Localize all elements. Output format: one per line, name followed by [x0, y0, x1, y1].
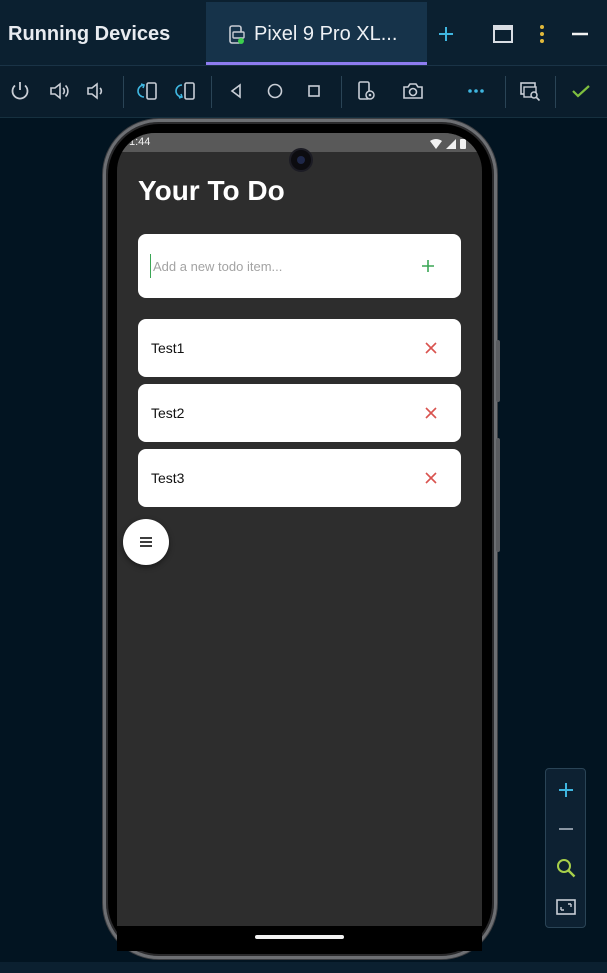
delete-todo-button[interactable]	[424, 406, 438, 420]
toolbar-separator	[211, 76, 212, 108]
todo-item-text: Test1	[151, 340, 185, 356]
home-gesture-pill[interactable]	[255, 935, 344, 939]
todo-item-text: Test2	[151, 405, 185, 421]
check-icon[interactable]	[569, 79, 593, 103]
toolbar-separator	[123, 76, 124, 108]
phone-side-button	[496, 438, 500, 552]
kebab-menu-icon[interactable]	[530, 22, 554, 46]
hamburger-icon	[140, 537, 152, 547]
todo-input[interactable]	[150, 254, 400, 278]
todo-item-text: Test3	[151, 470, 185, 486]
device-icon	[226, 24, 248, 46]
status-icons	[428, 137, 468, 149]
page-title: Your To Do	[138, 175, 285, 206]
todo-item: Test1	[138, 319, 461, 377]
zoom-out-icon[interactable]	[555, 818, 577, 840]
bottom-strip	[0, 962, 607, 973]
tool-window-title: Running Devices	[8, 23, 171, 45]
device-toolbar	[0, 66, 607, 118]
home-icon[interactable]	[263, 79, 287, 103]
toolbar-separator	[555, 76, 556, 108]
rotate-left-icon[interactable]	[136, 79, 160, 103]
device-settings-icon[interactable]	[354, 79, 378, 103]
volume-up-icon[interactable]	[47, 79, 71, 103]
more-icon[interactable]	[464, 79, 488, 103]
delete-todo-button[interactable]	[424, 471, 438, 485]
front-camera	[289, 148, 313, 172]
zoom-panel	[545, 768, 586, 928]
navigation-bar	[117, 926, 482, 951]
device-tab-label: Pixel 9 Pro XL...	[254, 23, 398, 45]
phone-side-button	[496, 340, 500, 402]
back-icon[interactable]	[224, 79, 248, 103]
todo-item: Test2	[138, 384, 461, 442]
delete-todo-button[interactable]	[424, 341, 438, 355]
overview-icon[interactable]	[302, 79, 326, 103]
window-layout-icon[interactable]	[491, 22, 515, 46]
add-todo-button[interactable]	[419, 257, 437, 275]
zoom-actual-size-icon[interactable]	[555, 857, 577, 879]
todo-item: Test3	[138, 449, 461, 507]
device-tab[interactable]: Pixel 9 Pro XL...	[206, 2, 427, 65]
zoom-in-icon[interactable]	[555, 779, 577, 801]
mirror-search-icon[interactable]	[518, 79, 542, 103]
toolbar-separator	[505, 76, 506, 108]
add-device-button[interactable]	[434, 22, 458, 46]
camera-icon[interactable]	[401, 79, 425, 103]
rotate-right-icon[interactable]	[174, 79, 198, 103]
minimize-icon[interactable]	[568, 22, 592, 46]
title-bar: Running Devices Pixel 9 Pro XL...	[0, 0, 607, 66]
toolbar-separator	[341, 76, 342, 108]
add-todo-card	[138, 234, 461, 298]
zoom-fit-icon[interactable]	[555, 896, 577, 918]
status-time: 1:44	[129, 136, 151, 148]
menu-fab[interactable]	[123, 519, 169, 565]
power-icon[interactable]	[8, 79, 32, 103]
volume-down-icon[interactable]	[84, 79, 108, 103]
